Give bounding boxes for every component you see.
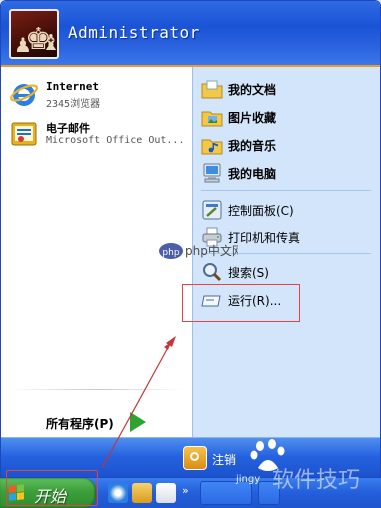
watermark-subtext: jingy [236,474,261,485]
watermark-site-text: 软件技巧 [272,468,361,493]
pinned-item-internet[interactable]: Internet 2345浏览器 [9,77,187,115]
control-panel-icon [201,199,223,221]
key-icon [183,446,207,470]
place-control-panel[interactable]: 控制面板(C) [201,197,373,223]
place-label: 控制面板(C) [228,204,294,218]
highlight-run-box [182,284,300,322]
highlight-start-box [6,470,98,506]
place-label: 打印机和传真 [228,231,301,245]
place-my-documents[interactable]: 我的文档 [201,76,373,102]
place-label: 我的文档 [228,83,277,97]
divider [11,389,183,390]
pinned-item-title: 电子邮件 [46,122,90,135]
pinned-item-subtitle: Microsoft Office Out... [46,135,185,146]
ie-icon [9,79,39,109]
place-my-music[interactable]: 我的音乐 [201,132,373,158]
place-label: 我的电脑 [228,167,277,181]
pinned-item-email[interactable]: 电子邮件 Microsoft Office Out... [9,117,187,155]
quicklaunch-app-icon[interactable] [156,483,176,503]
all-programs-label: 所有程序(P) [46,417,114,431]
pinned-item-title: Internet [46,80,99,93]
start-menu-header: ♟ ♚ ♝ Administrator [1,1,380,67]
logoff-label: 注销 [212,453,237,467]
quicklaunch-ie-icon[interactable] [108,483,128,503]
place-my-computer[interactable]: 我的电脑 [201,160,373,186]
place-my-pictures[interactable]: 图片收藏 [201,104,373,130]
user-avatar[interactable]: ♟ ♚ ♝ [9,9,59,59]
all-programs-button[interactable]: 所有程序(P) [46,411,156,435]
place-label: 搜索(S) [228,266,269,280]
quicklaunch-more-icon[interactable]: » [182,484,189,497]
arrow-right-icon [130,412,146,432]
my-documents-icon [201,78,223,100]
email-icon [9,119,39,149]
place-label: 图片收藏 [228,111,277,125]
user-name: Administrator [68,23,200,42]
divider [201,190,371,191]
svg-text:php: php [162,248,179,258]
search-icon [201,261,223,283]
php-watermark: php php中文网 [158,238,244,264]
my-music-icon [201,134,223,156]
pinned-item-subtitle: 2345浏览器 [46,99,101,110]
my-computer-icon [201,162,223,184]
php-watermark-text: php中文网 [185,243,238,258]
quicklaunch-media-icon[interactable] [132,483,152,503]
place-label: 我的音乐 [228,139,277,153]
my-pictures-icon [201,106,223,128]
